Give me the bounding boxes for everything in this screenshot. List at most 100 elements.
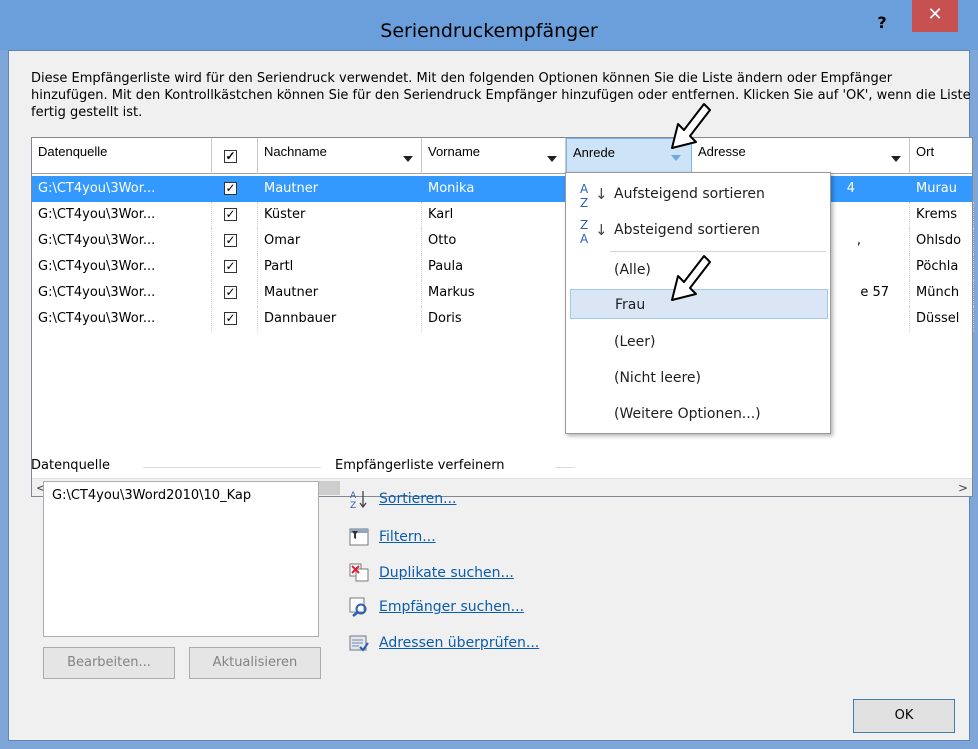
cell-vorname: Monika xyxy=(428,181,475,196)
datasource-list[interactable]: G:\CT4you\3Word2010\10_Kap xyxy=(43,481,319,637)
sort-icon-letter: Z xyxy=(580,218,589,232)
cell-vorname: Markus xyxy=(422,280,566,306)
sort-ascending-icon: A Z xyxy=(580,179,588,210)
header-label: Datenquelle xyxy=(38,144,108,159)
validate-addresses-link[interactable]: Adressen überprüfen... xyxy=(379,635,539,651)
table-row[interactable]: G:\CT4you\3Wor... ✓ Omar Otto , Ohlsdo xyxy=(32,228,974,254)
chevron-down-icon[interactable] xyxy=(671,155,681,161)
header-select-all[interactable]: ✓ xyxy=(212,138,258,174)
sort-link[interactable]: Sortieren... xyxy=(379,491,457,507)
row-checkbox[interactable]: ✓ xyxy=(224,182,237,195)
dialog-window: Seriendruckempfänger ? ✕ Diese Empfänger… xyxy=(0,0,978,749)
cell-vorname: Otto xyxy=(422,228,566,254)
svg-text:Z: Z xyxy=(350,501,356,509)
datasource-item[interactable]: G:\CT4you\3Word2010\10_Kap xyxy=(52,488,310,503)
cell-checkbox: ✓ xyxy=(212,306,258,332)
help-button[interactable]: ? xyxy=(868,11,896,35)
group-divider xyxy=(555,467,575,468)
recipients-table: Datenquelle ✓ Nachname Vorname Anrede Ad… xyxy=(31,137,974,497)
cell-nachname: Partl xyxy=(258,254,422,280)
header-nachname[interactable]: Nachname xyxy=(258,138,422,174)
pointer-arrow-icon xyxy=(671,255,711,301)
vertical-scrollbar[interactable] xyxy=(300,482,318,636)
cell-nachname: Omar xyxy=(258,228,422,254)
svg-text:A: A xyxy=(350,491,357,501)
filter-icon xyxy=(349,528,369,546)
close-button[interactable]: ✕ xyxy=(912,0,958,32)
find-recipient-icon xyxy=(349,597,367,617)
scroll-right-icon[interactable]: > xyxy=(954,479,972,497)
menu-item-not-empty[interactable]: (Nicht leere) xyxy=(570,363,828,393)
menu-item-more-options[interactable]: (Weitere Optionen...) xyxy=(570,399,828,429)
find-recipient-link[interactable]: Empfänger suchen... xyxy=(379,599,524,615)
duplicates-link[interactable]: Duplikate suchen... xyxy=(379,565,514,581)
menu-item-sort-ascending[interactable]: A Z ↓ Aufsteigend sortieren xyxy=(570,179,828,210)
cell-source: G:\CT4you\3Wor... xyxy=(32,254,212,280)
select-all-checkbox[interactable]: ✓ xyxy=(224,150,237,163)
cell-nachname: Mautner xyxy=(258,280,422,306)
table-row[interactable]: G:\CT4you\3Wor... ✓ Mautner Monika 4 Mur… xyxy=(32,176,972,202)
cell-checkbox: ✓ xyxy=(212,176,258,202)
menu-separator xyxy=(610,251,826,252)
datasource-label: Datenquelle xyxy=(31,458,111,473)
cell-nachname: Küster xyxy=(258,202,422,228)
chevron-down-icon[interactable] xyxy=(403,156,413,162)
arrow-down-icon: ↓ xyxy=(595,185,608,203)
dialog-title: Seriendruckempfänger xyxy=(380,20,598,42)
sort-icon-letter: A xyxy=(580,232,589,246)
cell-ort: Krems xyxy=(910,202,974,228)
intro-text: Diese Empfängerliste wird für den Serien… xyxy=(31,71,971,120)
table-row[interactable]: G:\CT4you\3Wor... ✓ Partl Paula Pöchla xyxy=(32,254,974,280)
chevron-down-icon[interactable] xyxy=(547,156,557,162)
menu-item-label: Aufsteigend sortieren xyxy=(614,186,765,202)
cell-vorname: Doris xyxy=(422,306,566,332)
cell-source: G:\CT4you\3Wor... xyxy=(32,228,212,254)
cell-source: G:\CT4you\3Wor... xyxy=(32,202,212,228)
sort-icon: A Z xyxy=(350,491,367,509)
cell-source: G:\CT4you\3Wor... xyxy=(32,280,212,306)
cell-nachname: Dannbauer xyxy=(258,306,422,332)
menu-item-sort-descending[interactable]: Z A ↓ Absteigend sortieren xyxy=(570,215,828,246)
cell-vorname: Karl xyxy=(422,202,566,228)
cell-ort: Münch xyxy=(910,280,974,306)
cell-checkbox: ✓ xyxy=(212,254,258,280)
title-bar[interactable]: Seriendruckempfänger ? ✕ xyxy=(0,0,978,50)
cell-checkbox: ✓ xyxy=(212,228,258,254)
header-vorname[interactable]: Vorname xyxy=(422,138,566,174)
header-datenquelle[interactable]: Datenquelle xyxy=(32,138,212,174)
cell-source: G:\CT4you\3Wor... xyxy=(32,306,212,332)
row-checkbox[interactable]: ✓ xyxy=(224,286,237,299)
sort-icon-letter: A xyxy=(580,182,589,196)
menu-item-label: Absteigend sortieren xyxy=(614,222,761,238)
cell-checkbox: ✓ xyxy=(212,202,258,228)
duplicates-icon xyxy=(349,563,369,582)
row-checkbox[interactable]: ✓ xyxy=(224,208,237,221)
cell-ort: Düssel xyxy=(910,306,974,332)
refresh-button[interactable]: Aktualisieren xyxy=(189,647,321,679)
header-ort[interactable]: Ort xyxy=(910,138,974,174)
cell-checkbox: ✓ xyxy=(212,280,258,306)
edit-button[interactable]: Bearbeiten... xyxy=(43,647,175,679)
table-row[interactable]: G:\CT4you\3Wor... ✓ Küster Karl Krems xyxy=(32,202,974,228)
arrow-down-icon: ↓ xyxy=(595,221,608,239)
group-divider xyxy=(143,467,321,468)
row-checkbox[interactable]: ✓ xyxy=(224,234,237,247)
table-header: Datenquelle ✓ Nachname Vorname Anrede Ad… xyxy=(32,138,972,174)
cell-vorname: Paula xyxy=(422,254,566,280)
table-row[interactable]: G:\CT4you\3Wor... ✓ Dannbauer Doris Düss… xyxy=(32,306,974,332)
sort-descending-icon: Z A xyxy=(580,215,588,246)
cell-nachname: Mautner xyxy=(264,181,319,196)
header-label: Ort xyxy=(916,144,935,159)
row-checkbox[interactable]: ✓ xyxy=(224,312,237,325)
row-checkbox[interactable]: ✓ xyxy=(224,260,237,273)
pointer-arrow-icon xyxy=(671,103,711,149)
cell-ort: Pöchla xyxy=(910,254,974,280)
table-row[interactable]: G:\CT4you\3Wor... ✓ Mautner Markus e 57 … xyxy=(32,280,974,306)
header-adresse[interactable]: Adresse xyxy=(692,138,910,174)
filter-link[interactable]: Filtern... xyxy=(379,529,436,545)
cell-ort: Ohlsdo xyxy=(910,228,974,254)
header-label: Anrede xyxy=(573,145,615,160)
menu-item-empty[interactable]: (Leer) xyxy=(570,327,828,357)
ok-button[interactable]: OK xyxy=(853,699,955,733)
chevron-down-icon[interactable] xyxy=(891,156,901,162)
